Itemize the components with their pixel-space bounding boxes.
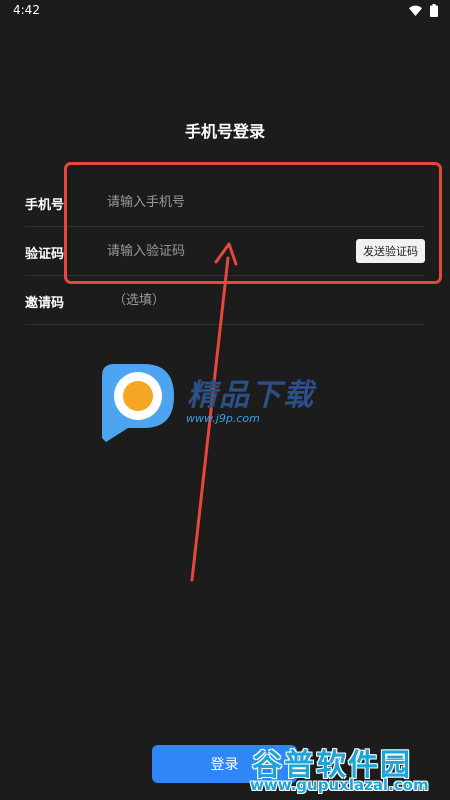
- invite-row: 邀请码: [25, 276, 425, 325]
- watermark-url: www.gupuxlazal.com: [250, 776, 429, 794]
- logo-text: 精品下载: [187, 378, 315, 413]
- phone-label: 手机号: [25, 198, 65, 213]
- site-watermark: 谷普软件园 www.gupuxlazal.com: [248, 740, 448, 798]
- status-time: 4:42: [13, 3, 40, 17]
- code-label: 验证码: [25, 247, 65, 262]
- page-title: 手机号登录: [184, 122, 265, 141]
- wifi-icon: [409, 5, 422, 16]
- invite-input[interactable]: [113, 289, 353, 311]
- code-input[interactable]: [107, 240, 337, 262]
- phone-input[interactable]: [107, 191, 337, 213]
- phone-row: 手机号: [25, 178, 425, 227]
- logo-url: www.j9p.com: [186, 412, 260, 425]
- invite-label: 邀请码: [25, 296, 65, 311]
- status-icons: [409, 4, 438, 17]
- send-code-button[interactable]: 发送验证码: [356, 239, 425, 263]
- battery-icon: [430, 4, 438, 17]
- logo-icon: [102, 364, 174, 442]
- code-row: 验证码 发送验证码: [25, 227, 425, 276]
- status-bar: 4:42: [0, 0, 450, 22]
